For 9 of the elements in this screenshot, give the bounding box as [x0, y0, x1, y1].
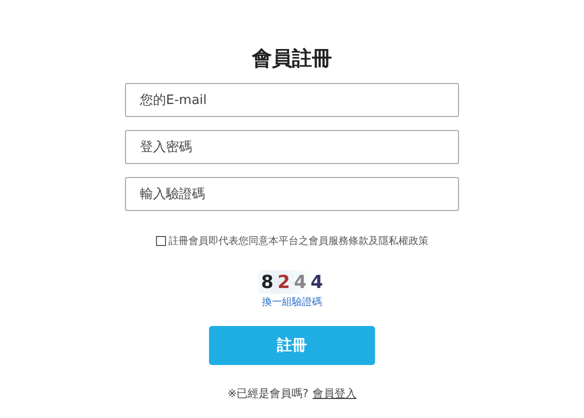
- input-field[interactable]: 登入密碼: [125, 130, 459, 164]
- agreement-label: 註冊會員即代表您同意本平台之會員服務條款及隱私權政策: [168, 234, 428, 248]
- page-title: 會員註冊: [252, 45, 332, 72]
- agreement-checkbox[interactable]: [156, 236, 166, 246]
- login-link[interactable]: 會員登入: [312, 386, 357, 401]
- footer-text: ※已經是會員嗎?: [227, 386, 309, 401]
- refresh-captcha-link[interactable]: 換一組驗證碼: [262, 295, 322, 309]
- input-field[interactable]: 輸入驗證碼: [125, 177, 459, 211]
- input-field[interactable]: 您的E-mail: [125, 83, 459, 117]
